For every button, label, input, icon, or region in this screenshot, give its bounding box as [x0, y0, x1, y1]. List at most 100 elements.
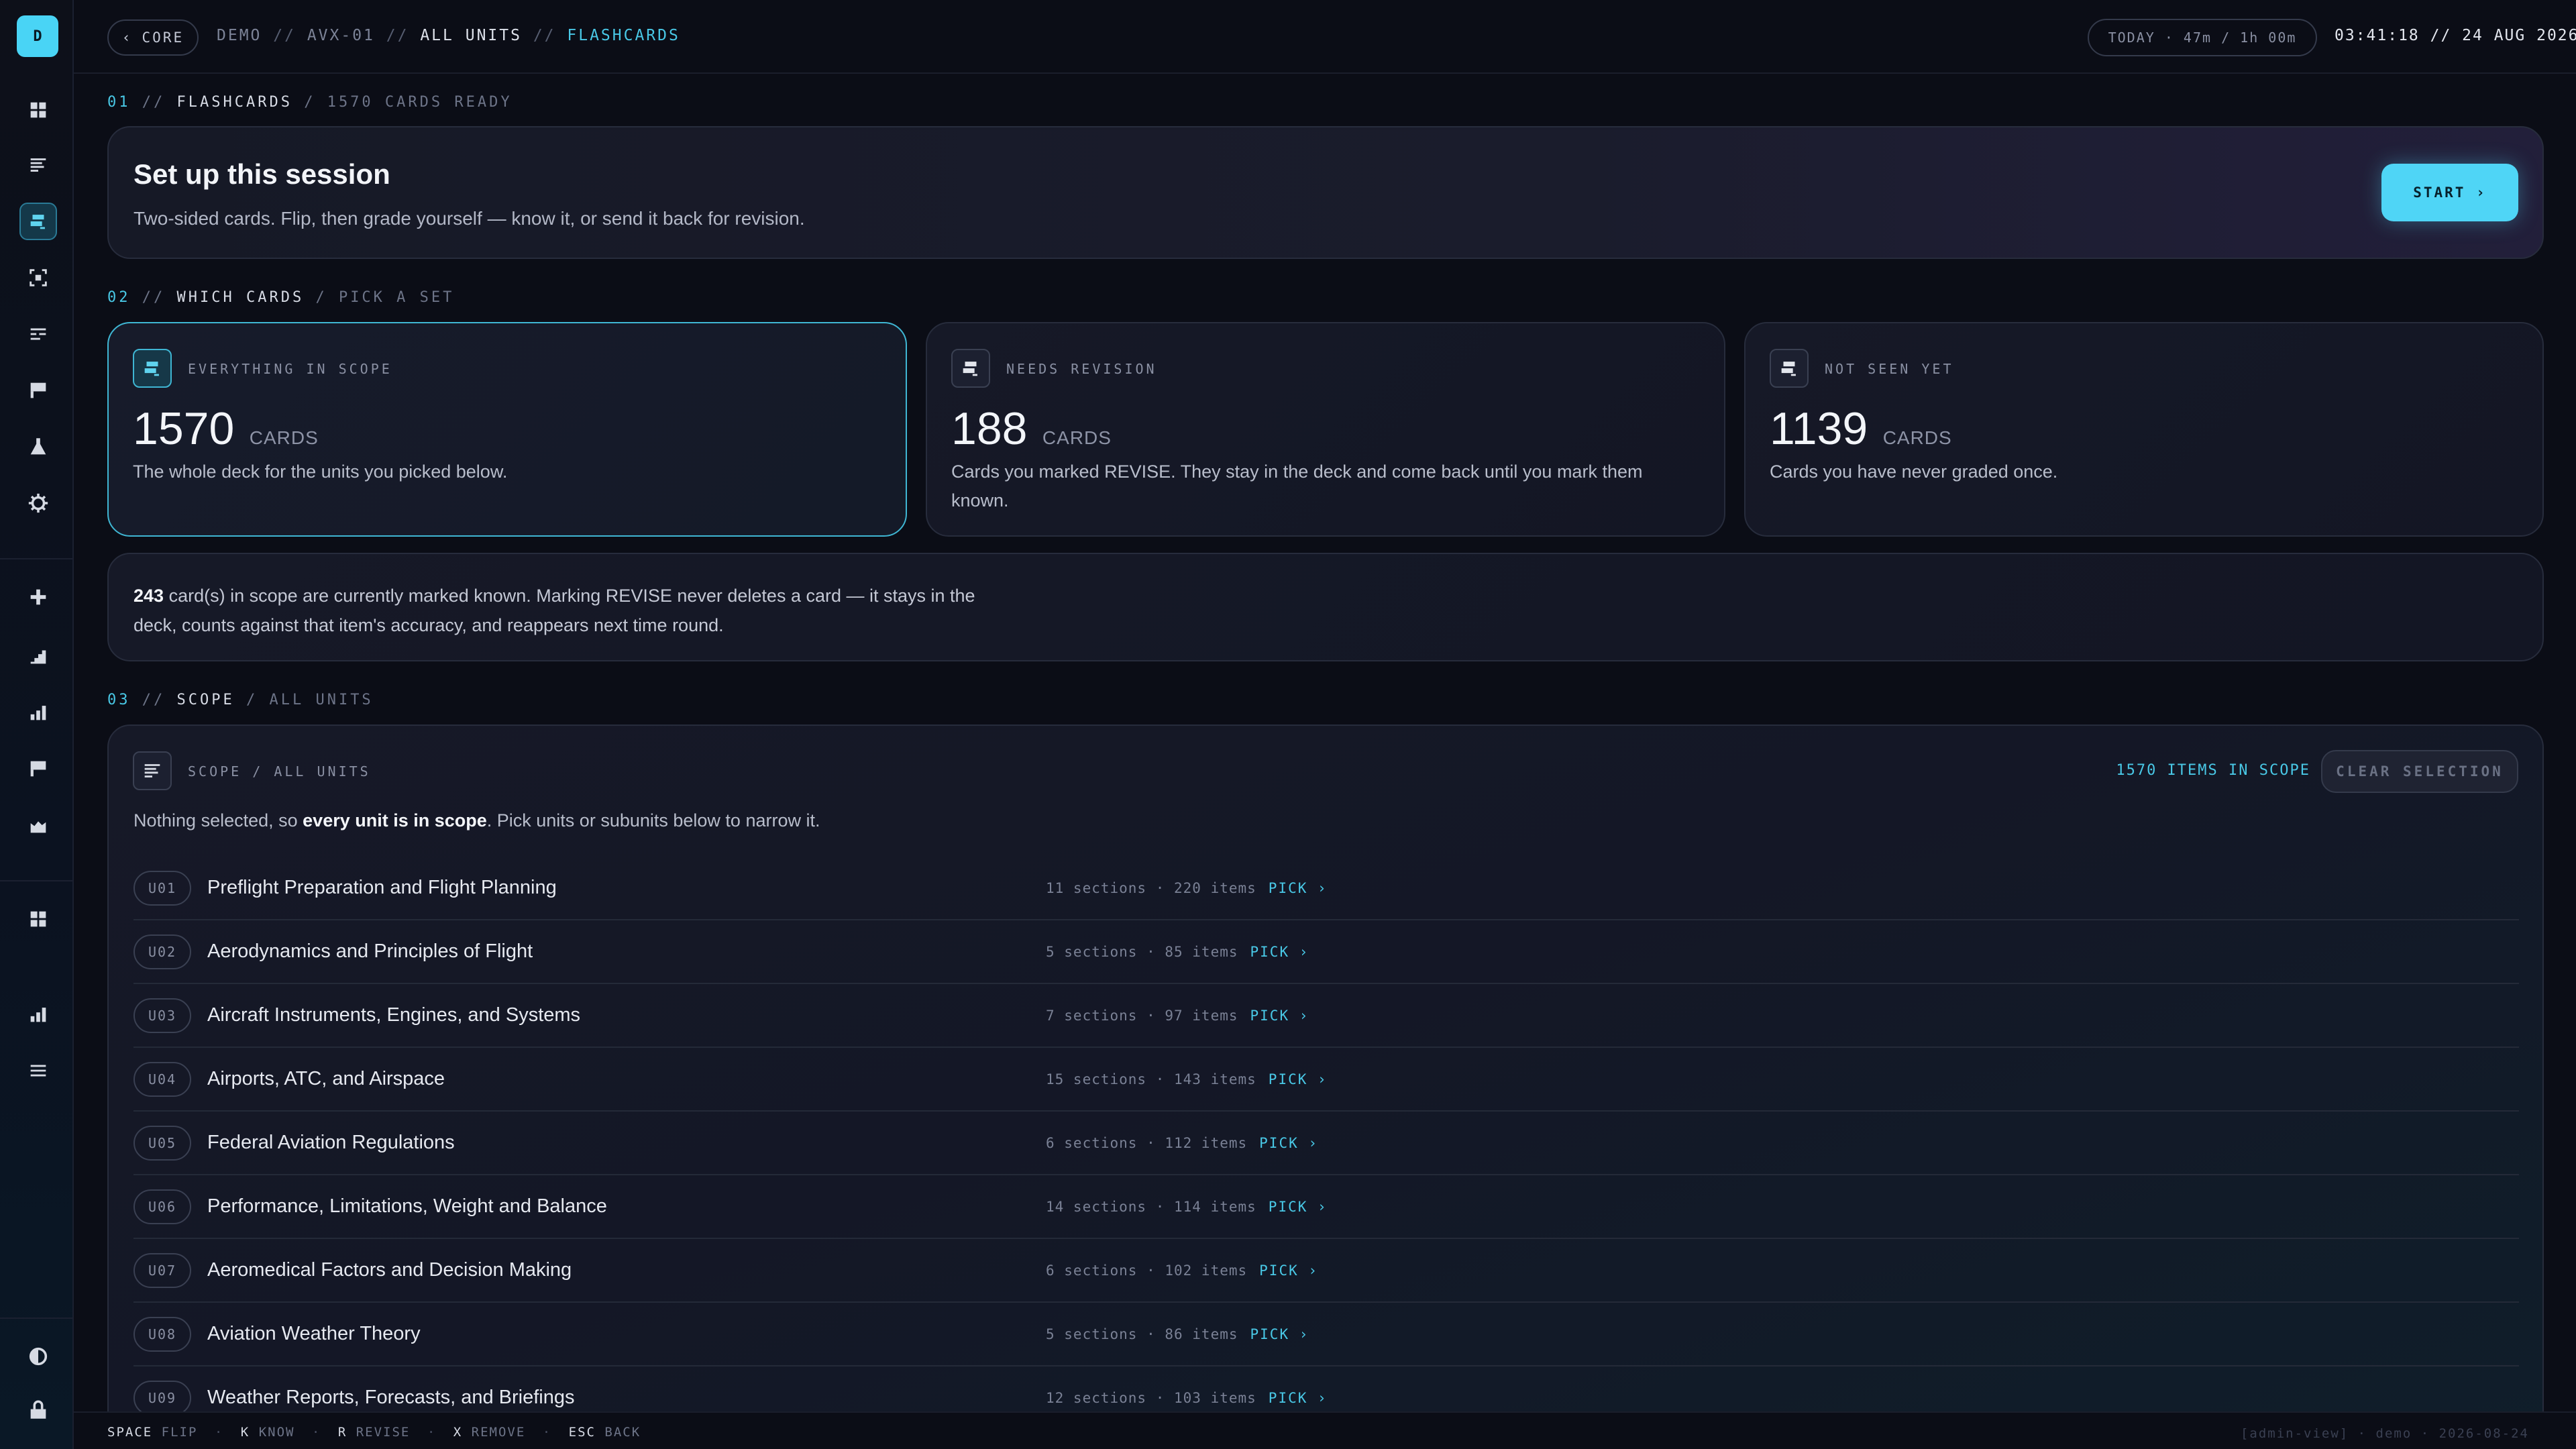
- pick-link[interactable]: PICK ›: [1269, 880, 1328, 896]
- start-button[interactable]: START ›: [2381, 164, 2518, 221]
- shortcut-key: SPACE: [107, 1425, 153, 1440]
- unit-row[interactable]: U03 Aircraft Instruments, Engines, and S…: [133, 984, 2519, 1048]
- section-subtitle: / ALL UNITS: [246, 692, 374, 708]
- section-number: 03: [107, 692, 131, 708]
- lock-button[interactable]: [19, 1391, 57, 1429]
- unit-name: Performance, Limitations, Weight and Bal…: [207, 1195, 607, 1217]
- unit-name: Weather Reports, Forecasts, and Briefing…: [207, 1387, 575, 1408]
- lock-icon: [30, 1400, 46, 1419]
- unit-code: U06: [133, 1189, 191, 1224]
- setup-title: Set up this session: [133, 158, 390, 190]
- card-set-description: The whole deck for the units you picked …: [133, 462, 508, 482]
- outline-icon: [30, 328, 46, 340]
- grid-icon: [30, 102, 46, 118]
- nav-menu[interactable]: [19, 1052, 57, 1089]
- pick-link[interactable]: PICK ›: [1269, 1071, 1328, 1087]
- section-separator: //: [142, 692, 166, 708]
- unit-meta: 15 sections · 143 items PICK ›: [1046, 1071, 1328, 1087]
- unit-row[interactable]: U04 Airports, ATC, and Airspace 15 secti…: [133, 1048, 2519, 1112]
- unit-row[interactable]: U02 Aerodynamics and Principles of Fligh…: [133, 920, 2519, 984]
- unit-row[interactable]: U01 Preflight Preparation and Flight Pla…: [133, 857, 2519, 920]
- footer-meta: [admin-view] · demo · 2026-08-24: [2240, 1426, 2529, 1441]
- section-title: SCOPE: [176, 692, 235, 708]
- theme-toggle[interactable]: [19, 1338, 57, 1375]
- section-title: FLASHCARDS: [176, 94, 292, 111]
- card-set-count: 188: [951, 403, 1028, 454]
- nav-flag[interactable]: [19, 372, 57, 409]
- nav-lab[interactable]: [19, 428, 57, 466]
- focus-icon: [30, 269, 47, 286]
- unit-row[interactable]: U07 Aeromedical Factors and Decision Mak…: [133, 1239, 2519, 1303]
- flag-icon: [30, 761, 46, 777]
- scope-note-emphasis: every unit is in scope: [303, 810, 487, 830]
- nav-trends[interactable]: [19, 806, 57, 844]
- unit-meta: 12 sections · 103 items PICK ›: [1046, 1390, 1328, 1406]
- clear-selection-button[interactable]: CLEAR SELECTION: [2321, 750, 2518, 793]
- scope-note-text: . Pick units or subunits below to narrow…: [486, 810, 820, 830]
- items-in-scope: 1570 ITEMS IN SCOPE: [2116, 762, 2310, 779]
- scope-label: SCOPE / ALL UNITS: [188, 763, 371, 780]
- card-set-unit: CARDS: [249, 427, 319, 448]
- card-set-needs-revision[interactable]: NEEDS REVISION 188 CARDS Cards you marke…: [926, 322, 1725, 537]
- back-button[interactable]: ‹ CORE: [107, 19, 199, 56]
- flask-icon: [30, 438, 46, 455]
- pick-link[interactable]: PICK ›: [1250, 1008, 1309, 1024]
- breadcrumb-separator: //: [273, 27, 296, 44]
- nav-add[interactable]: [19, 578, 57, 616]
- unit-code: U04: [133, 1061, 191, 1097]
- unit-row[interactable]: U05 Federal Aviation Regulations 6 secti…: [133, 1112, 2519, 1175]
- pick-link[interactable]: PICK ›: [1250, 944, 1309, 960]
- unit-list: U01 Preflight Preparation and Flight Pla…: [133, 857, 2519, 1430]
- chevron-left-icon: ‹: [121, 30, 133, 46]
- unit-name: Aeromedical Factors and Decision Making: [207, 1259, 572, 1281]
- card-set-unit: CARDS: [1042, 427, 1112, 448]
- nav-flags[interactable]: [19, 750, 57, 788]
- unit-code: U07: [133, 1252, 191, 1288]
- shortcut-key: ESC: [568, 1425, 596, 1440]
- bar-chart-icon: [30, 706, 46, 720]
- pick-link[interactable]: PICK ›: [1250, 1326, 1309, 1342]
- nav-settings[interactable]: [19, 484, 57, 522]
- nav-focus[interactable]: [19, 259, 57, 297]
- section-subtitle: / PICK A SET: [315, 289, 455, 306]
- pick-link[interactable]: PICK ›: [1269, 1390, 1328, 1406]
- shortcut-bar: SPACE FLIP · K KNOW · R REVISE · X REMOV…: [74, 1411, 2576, 1449]
- card-set-not-seen[interactable]: NOT SEEN YET 1139 CARDS Cards you have n…: [1744, 322, 2544, 537]
- breadcrumb-item[interactable]: ALL UNITS: [420, 27, 522, 44]
- unit-stats: 5 sections · 86 items: [1046, 1326, 1238, 1342]
- unit-stats: 11 sections · 220 items: [1046, 879, 1256, 896]
- pick-link[interactable]: PICK ›: [1269, 1199, 1328, 1215]
- unit-stats: 12 sections · 103 items: [1046, 1389, 1256, 1406]
- section-header: 03 // SCOPE / ALL UNITS: [107, 692, 374, 708]
- today-progress: TODAY · 47m / 1h 00m: [2088, 19, 2317, 56]
- card-set-everything[interactable]: EVERYTHING IN SCOPE 1570 CARDS The whole…: [107, 322, 907, 537]
- nav-flashcards[interactable]: [19, 203, 57, 240]
- breadcrumb-item[interactable]: DEMO: [217, 27, 262, 44]
- breadcrumb-current: FLASHCARDS: [567, 27, 680, 44]
- unit-stats: 5 sections · 85 items: [1046, 943, 1238, 960]
- nav-list[interactable]: [19, 146, 57, 184]
- pick-link[interactable]: PICK ›: [1259, 1263, 1318, 1279]
- nav-reports[interactable]: [19, 996, 57, 1033]
- unit-meta: 6 sections · 102 items PICK ›: [1046, 1263, 1318, 1279]
- nav-progress[interactable]: [19, 637, 57, 675]
- section-header: 02 // WHICH CARDS / PICK A SET: [107, 289, 454, 306]
- sidebar: D: [0, 0, 74, 1449]
- breadcrumb-item[interactable]: AVX-01: [307, 27, 375, 44]
- nav-stats[interactable]: [19, 694, 57, 731]
- nav-overview[interactable]: [19, 900, 57, 938]
- unit-row[interactable]: U06 Performance, Limitations, Weight and…: [133, 1175, 2519, 1239]
- card-set-label: NOT SEEN YET: [1825, 361, 1954, 377]
- unit-name: Preflight Preparation and Flight Plannin…: [207, 877, 557, 898]
- menu-icon: [30, 1065, 46, 1077]
- card-set-unit: CARDS: [1882, 427, 1952, 448]
- section-number: 01: [107, 94, 131, 111]
- shortcut-list: SPACE FLIP · K KNOW · R REVISE · X REMOV…: [107, 1425, 641, 1440]
- unit-name: Federal Aviation Regulations: [207, 1132, 455, 1153]
- unit-row[interactable]: U08 Aviation Weather Theory 5 sections ·…: [133, 1303, 2519, 1366]
- nav-dashboard[interactable]: [19, 91, 57, 129]
- app-logo[interactable]: D: [17, 15, 58, 57]
- pick-link[interactable]: PICK ›: [1259, 1135, 1318, 1151]
- flashcards-icon: [30, 215, 45, 229]
- nav-outline[interactable]: [19, 315, 57, 353]
